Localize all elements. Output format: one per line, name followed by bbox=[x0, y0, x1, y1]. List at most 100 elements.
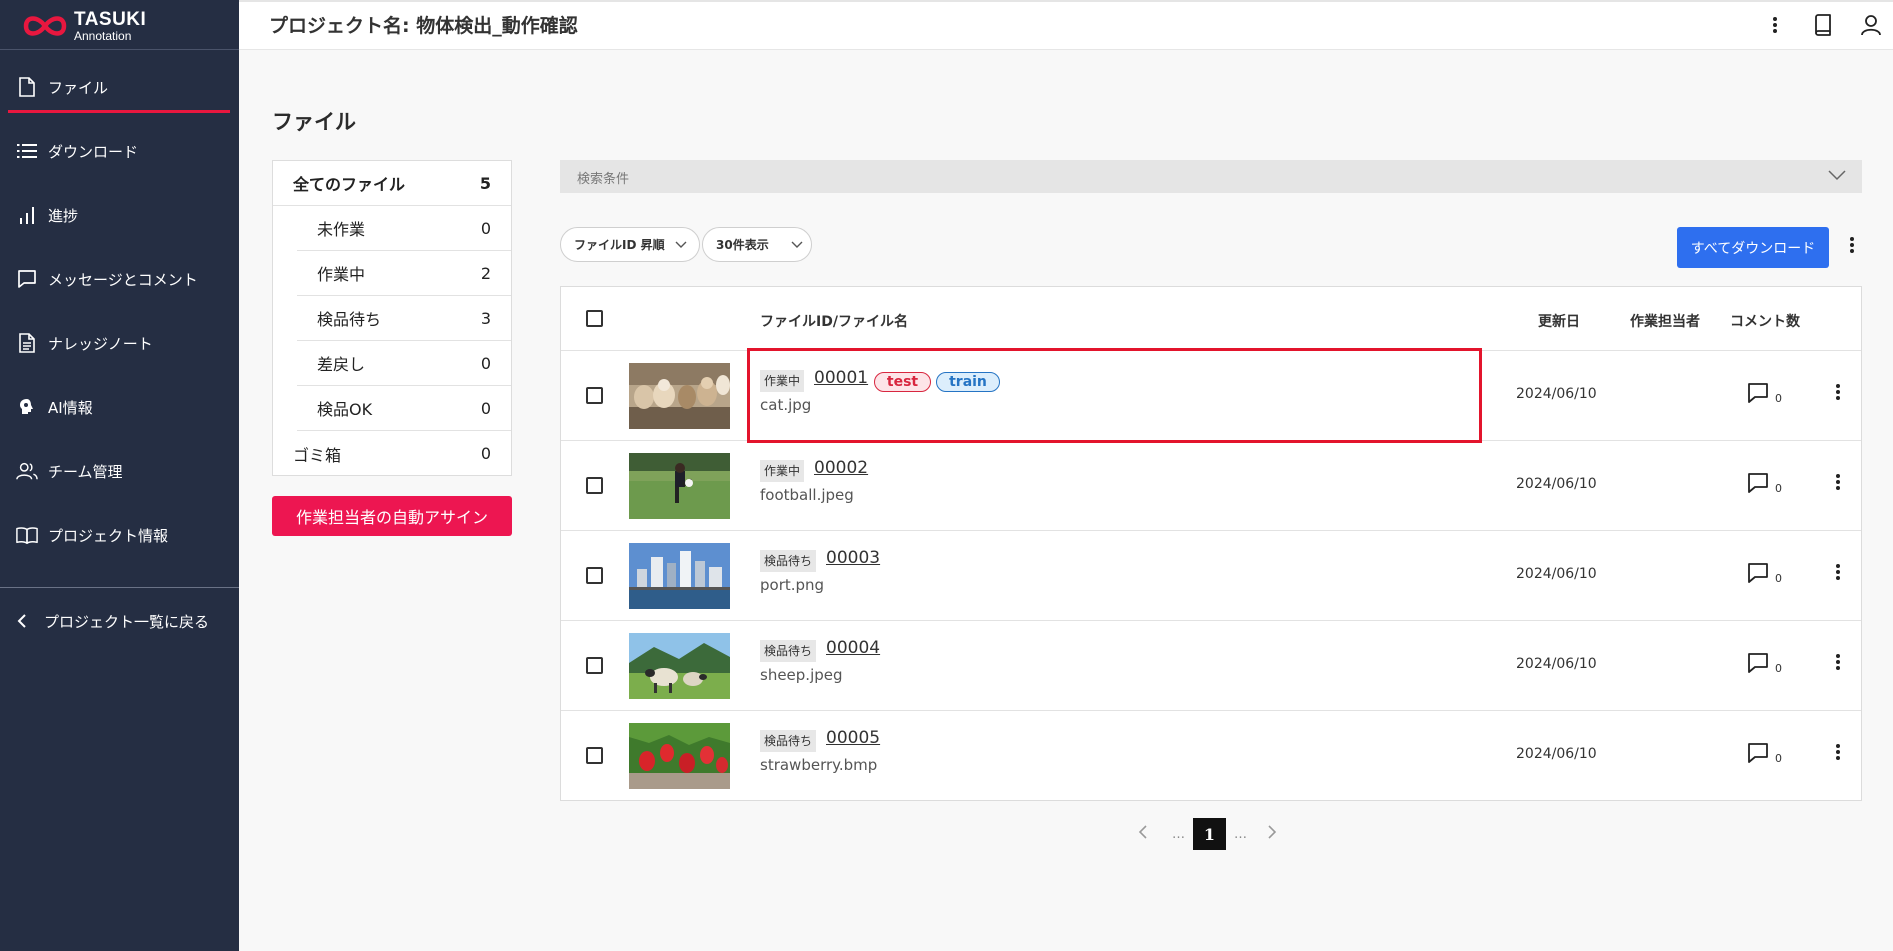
file-name: port.png bbox=[760, 576, 825, 594]
search-conditions-label: 検索条件 bbox=[577, 172, 630, 187]
row-checkbox[interactable] bbox=[586, 387, 603, 404]
filter-label: 検品待ち bbox=[317, 310, 382, 329]
more-vertical-icon[interactable] bbox=[1831, 473, 1845, 497]
sidebar-item-label: 進捗 bbox=[48, 206, 79, 225]
filter-label: 検品OK bbox=[317, 400, 373, 419]
table-header: ファイルID/ファイル名 更新日 作業担当者 コメント数 bbox=[561, 287, 1861, 351]
sidebar-item-files[interactable]: ファイル bbox=[0, 55, 239, 119]
next-page-button[interactable] bbox=[1267, 824, 1277, 844]
file-id-link[interactable]: 00004 bbox=[826, 638, 880, 658]
table-row[interactable]: 検品待ち 00003 port.png 2024/06/10 0 bbox=[561, 531, 1861, 621]
file-id-link[interactable]: 00002 bbox=[814, 458, 868, 478]
prev-page-button[interactable] bbox=[1138, 824, 1148, 844]
filter-in-progress[interactable]: 作業中 2 bbox=[297, 251, 511, 296]
file-name: football.jpeg bbox=[760, 486, 854, 504]
file-name: sheep.jpeg bbox=[760, 666, 843, 684]
file-id-link[interactable]: 00003 bbox=[826, 548, 880, 568]
more-vertical-icon[interactable] bbox=[1831, 563, 1845, 587]
sidebar: TASUKI Annotation ファイル ダウンロード 進捗 メッセージとコ… bbox=[0, 0, 239, 951]
thumbnail-port[interactable] bbox=[629, 543, 730, 609]
sort-select-value: ファイルID 昇順 bbox=[574, 238, 665, 252]
column-header-assignee: 作業担当者 bbox=[1630, 314, 1700, 330]
chevron-down-icon bbox=[791, 241, 803, 249]
thumbnail-cats[interactable] bbox=[629, 363, 730, 429]
sidebar-divider bbox=[0, 587, 239, 588]
sidebar-item-download[interactable]: ダウンロード bbox=[0, 119, 239, 183]
tag-test[interactable]: test bbox=[874, 372, 931, 392]
table-row[interactable]: 作業中 00002 football.jpeg 2024/06/10 0 bbox=[561, 441, 1861, 531]
comment-count-value: 0 bbox=[1775, 392, 1782, 405]
select-all-checkbox[interactable] bbox=[586, 310, 603, 327]
more-vertical-icon[interactable] bbox=[1831, 743, 1845, 767]
filter-inspection-ok[interactable]: 検品OK 0 bbox=[297, 386, 511, 431]
sidebar-item-label: AI情報 bbox=[48, 398, 93, 417]
team-icon bbox=[16, 460, 38, 482]
list-icon bbox=[16, 140, 38, 162]
file-icon bbox=[16, 76, 38, 98]
page-button-current[interactable]: 1 bbox=[1193, 818, 1226, 850]
thumbnail-sheep[interactable] bbox=[629, 633, 730, 699]
updated-date: 2024/06/10 bbox=[1516, 566, 1597, 582]
filter-returned[interactable]: 差戻し 0 bbox=[297, 341, 511, 386]
comment-count[interactable]: 0 bbox=[1747, 382, 1782, 408]
sidebar-item-project-info[interactable]: プロジェクト情報 bbox=[0, 503, 239, 567]
logo-line2: Annotation bbox=[74, 29, 132, 43]
more-vertical-icon[interactable] bbox=[1761, 11, 1789, 39]
comment-count[interactable]: 0 bbox=[1747, 562, 1782, 588]
message-icon bbox=[16, 268, 38, 290]
table-row[interactable]: 作業中 00001 test train cat.jpg 2024/06/10 … bbox=[561, 351, 1861, 441]
row-checkbox[interactable] bbox=[586, 657, 603, 674]
filter-awaiting-inspection[interactable]: 検品待ち 3 bbox=[297, 296, 511, 341]
thumbnail-strawberry[interactable] bbox=[629, 723, 730, 789]
user-icon[interactable] bbox=[1857, 11, 1885, 39]
sidebar-item-knowledge[interactable]: ナレッジノート bbox=[0, 311, 239, 375]
more-vertical-icon[interactable] bbox=[1831, 653, 1845, 677]
file-id-link[interactable]: 00005 bbox=[826, 728, 880, 748]
per-page-select[interactable]: 30件表示 bbox=[702, 227, 812, 262]
filter-all-files[interactable]: 全てのファイル 5 bbox=[273, 161, 511, 206]
sidebar-item-messages[interactable]: メッセージとコメント bbox=[0, 247, 239, 311]
sort-select[interactable]: ファイルID 昇順 bbox=[560, 227, 700, 262]
search-conditions-toggle[interactable]: 検索条件 bbox=[560, 160, 1862, 193]
comment-count[interactable]: 0 bbox=[1747, 472, 1782, 498]
back-to-projects-link[interactable]: プロジェクト一覧に戻る bbox=[12, 608, 209, 634]
row-checkbox[interactable] bbox=[586, 747, 603, 764]
auto-assign-button[interactable]: 作業担当者の自動アサイン bbox=[272, 496, 512, 536]
thumbnail-football[interactable] bbox=[629, 453, 730, 519]
comment-icon bbox=[1747, 562, 1769, 588]
updated-date: 2024/06/10 bbox=[1516, 476, 1597, 492]
column-header-file: ファイルID/ファイル名 bbox=[760, 314, 908, 330]
comment-icon bbox=[1747, 742, 1769, 768]
row-checkbox[interactable] bbox=[586, 477, 603, 494]
filter-count: 2 bbox=[480, 263, 491, 283]
chevron-left-icon bbox=[12, 613, 32, 629]
row-checkbox[interactable] bbox=[586, 567, 603, 584]
sidebar-item-ai-info[interactable]: AI情報 bbox=[0, 375, 239, 439]
comment-count[interactable]: 0 bbox=[1747, 652, 1782, 678]
filter-not-started[interactable]: 未作業 0 bbox=[297, 206, 511, 251]
filter-label: 未作業 bbox=[317, 220, 366, 239]
more-vertical-icon[interactable] bbox=[1831, 383, 1845, 407]
file-id-link[interactable]: 00001 bbox=[814, 368, 868, 388]
logo-line1: TASUKI bbox=[74, 9, 147, 30]
tasuki-logo-icon bbox=[20, 10, 70, 42]
book-icon[interactable] bbox=[1809, 11, 1837, 39]
app-logo[interactable]: TASUKI Annotation bbox=[20, 6, 146, 46]
comment-count-value: 0 bbox=[1775, 662, 1782, 675]
status-badge: 作業中 bbox=[760, 370, 805, 392]
status-badge: 検品待ち bbox=[760, 550, 817, 572]
table-row[interactable]: 検品待ち 00004 sheep.jpeg 2024/06/10 0 bbox=[561, 621, 1861, 711]
download-all-button[interactable]: すべてダウンロード bbox=[1677, 227, 1829, 268]
comment-count[interactable]: 0 bbox=[1747, 742, 1782, 768]
updated-date: 2024/06/10 bbox=[1516, 746, 1597, 762]
file-name: cat.jpg bbox=[760, 396, 812, 414]
sidebar-item-team[interactable]: チーム管理 bbox=[0, 439, 239, 503]
more-vertical-icon[interactable] bbox=[1843, 236, 1861, 260]
filter-trash[interactable]: ゴミ箱 0 bbox=[273, 431, 511, 476]
sidebar-divider bbox=[0, 49, 239, 50]
filter-label: 全てのファイル bbox=[293, 175, 406, 194]
table-row[interactable]: 検品待ち 00005 strawberry.bmp 2024/06/10 0 bbox=[561, 711, 1861, 801]
page-heading: ファイル bbox=[272, 110, 356, 134]
tag-train[interactable]: train bbox=[936, 372, 1000, 392]
sidebar-item-progress[interactable]: 進捗 bbox=[0, 183, 239, 247]
